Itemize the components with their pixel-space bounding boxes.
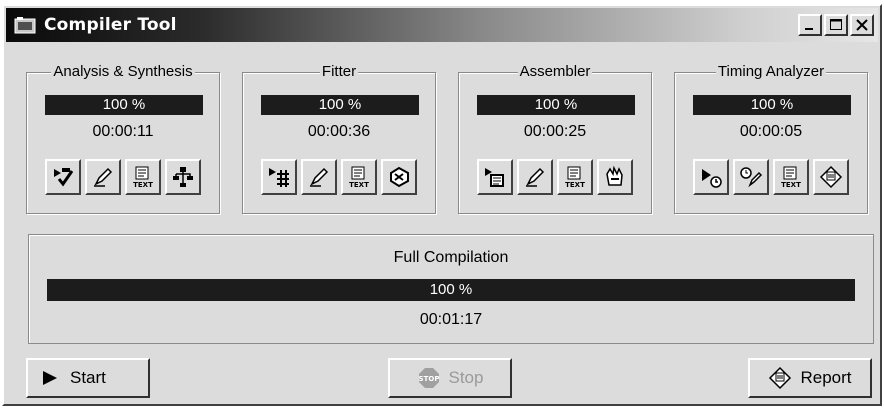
compiler-tool-window: Compiler Tool Analysis & Synthesis 100 %… xyxy=(2,4,882,406)
full-compilation-panel: Full Compilation 100 % 00:01:17 xyxy=(28,234,874,344)
start-timing-button[interactable] xyxy=(693,159,729,195)
full-compilation-title: Full Compilation xyxy=(393,249,509,266)
full-compilation-progress-bar: 100 % xyxy=(47,279,855,301)
start-assembler-button[interactable] xyxy=(477,159,513,195)
edit-settings-icon xyxy=(310,167,329,187)
analysis-report-button[interactable]: TEXT xyxy=(125,159,161,195)
stage-analysis-synthesis: Analysis & Synthesis 100 % 00:00:11 TEXT xyxy=(26,63,220,214)
stage-title: Fitter xyxy=(319,63,359,80)
assembler-settings-button[interactable] xyxy=(517,159,553,195)
timing-settings-button[interactable] xyxy=(733,159,769,195)
timing-report-icon xyxy=(819,165,843,189)
stop-button[interactable]: STOP Stop xyxy=(388,358,512,398)
report-icon xyxy=(769,366,792,390)
timing-settings-icon xyxy=(740,167,763,188)
close-button[interactable] xyxy=(850,14,874,36)
timing-text-report-button[interactable]: TEXT xyxy=(773,159,809,195)
timing-report-button[interactable] xyxy=(813,159,849,195)
analysis-settings-button[interactable] xyxy=(85,159,121,195)
programmer-icon xyxy=(606,165,623,186)
stage-elapsed-time: 00:00:25 xyxy=(523,123,587,140)
hierarchy-viewer-icon xyxy=(173,167,193,187)
stage-elapsed-time: 00:00:36 xyxy=(307,123,371,140)
programmer-button[interactable] xyxy=(597,159,633,195)
stage-elapsed-time: 00:00:05 xyxy=(739,123,803,140)
text-report-icon: TEXT xyxy=(781,166,801,189)
stage-progress-bar: 100 % xyxy=(261,95,419,115)
text-report-icon: TEXT xyxy=(349,166,369,189)
start-analysis-button[interactable] xyxy=(45,159,81,195)
start-analysis-icon xyxy=(54,168,74,187)
maximize-icon xyxy=(830,19,842,30)
edit-settings-icon xyxy=(526,167,545,187)
stage-elapsed-time: 00:00:11 xyxy=(92,123,154,140)
fitter-report-button[interactable]: TEXT xyxy=(341,159,377,195)
stage-progress-bar: 100 % xyxy=(693,95,851,115)
window-title: Compiler Tool xyxy=(44,15,177,35)
minimize-button[interactable] xyxy=(798,14,822,36)
start-assembler-icon xyxy=(485,168,504,187)
fitter-settings-button[interactable] xyxy=(301,159,337,195)
stage-progress-bar: 100 % xyxy=(477,95,635,115)
compiler-app-icon xyxy=(14,17,36,34)
stage-title: Assembler xyxy=(517,63,593,80)
stage-fitter: Fitter 100 % 00:00:36 TEXT xyxy=(242,63,436,214)
text-label: TEXT xyxy=(781,181,801,189)
text-label: TEXT xyxy=(133,181,153,189)
start-fitter-button[interactable] xyxy=(261,159,297,195)
start-label: Start xyxy=(70,368,106,387)
title-bar[interactable]: Compiler Tool xyxy=(6,8,878,42)
report-label: Report xyxy=(800,368,852,387)
text-label: TEXT xyxy=(565,181,585,189)
hierarchy-button[interactable] xyxy=(165,159,201,195)
minimize-icon xyxy=(805,28,813,30)
stage-title: Timing Analyzer xyxy=(715,63,827,80)
stop-sign-icon: STOP xyxy=(418,368,439,388)
text-report-icon: TEXT xyxy=(565,166,585,189)
full-compilation-time: 00:01:17 xyxy=(419,311,483,328)
stage-title: Analysis & Synthesis xyxy=(51,63,195,80)
close-icon xyxy=(856,19,868,31)
maximize-button[interactable] xyxy=(824,14,848,36)
assembler-report-button[interactable]: TEXT xyxy=(557,159,593,195)
start-fitter-icon xyxy=(269,168,289,187)
floorplan-button[interactable] xyxy=(381,159,417,195)
edit-settings-icon xyxy=(94,167,113,187)
stop-label: Stop xyxy=(448,368,484,387)
text-report-icon: TEXT xyxy=(133,166,153,189)
stage-timing-analyzer: Timing Analyzer 100 % 00:00:05 TEXT xyxy=(674,63,868,214)
stage-progress-bar: 100 % xyxy=(45,95,203,115)
play-icon xyxy=(43,371,57,385)
start-button[interactable]: Start xyxy=(26,358,150,398)
report-button[interactable]: Report xyxy=(748,358,872,398)
stop-icon-text: STOP xyxy=(418,375,439,383)
floorplan-icon xyxy=(390,166,409,188)
text-label: TEXT xyxy=(349,181,369,189)
start-timing-icon xyxy=(702,169,722,188)
stage-assembler: Assembler 100 % 00:00:25 TEXT xyxy=(458,63,652,214)
